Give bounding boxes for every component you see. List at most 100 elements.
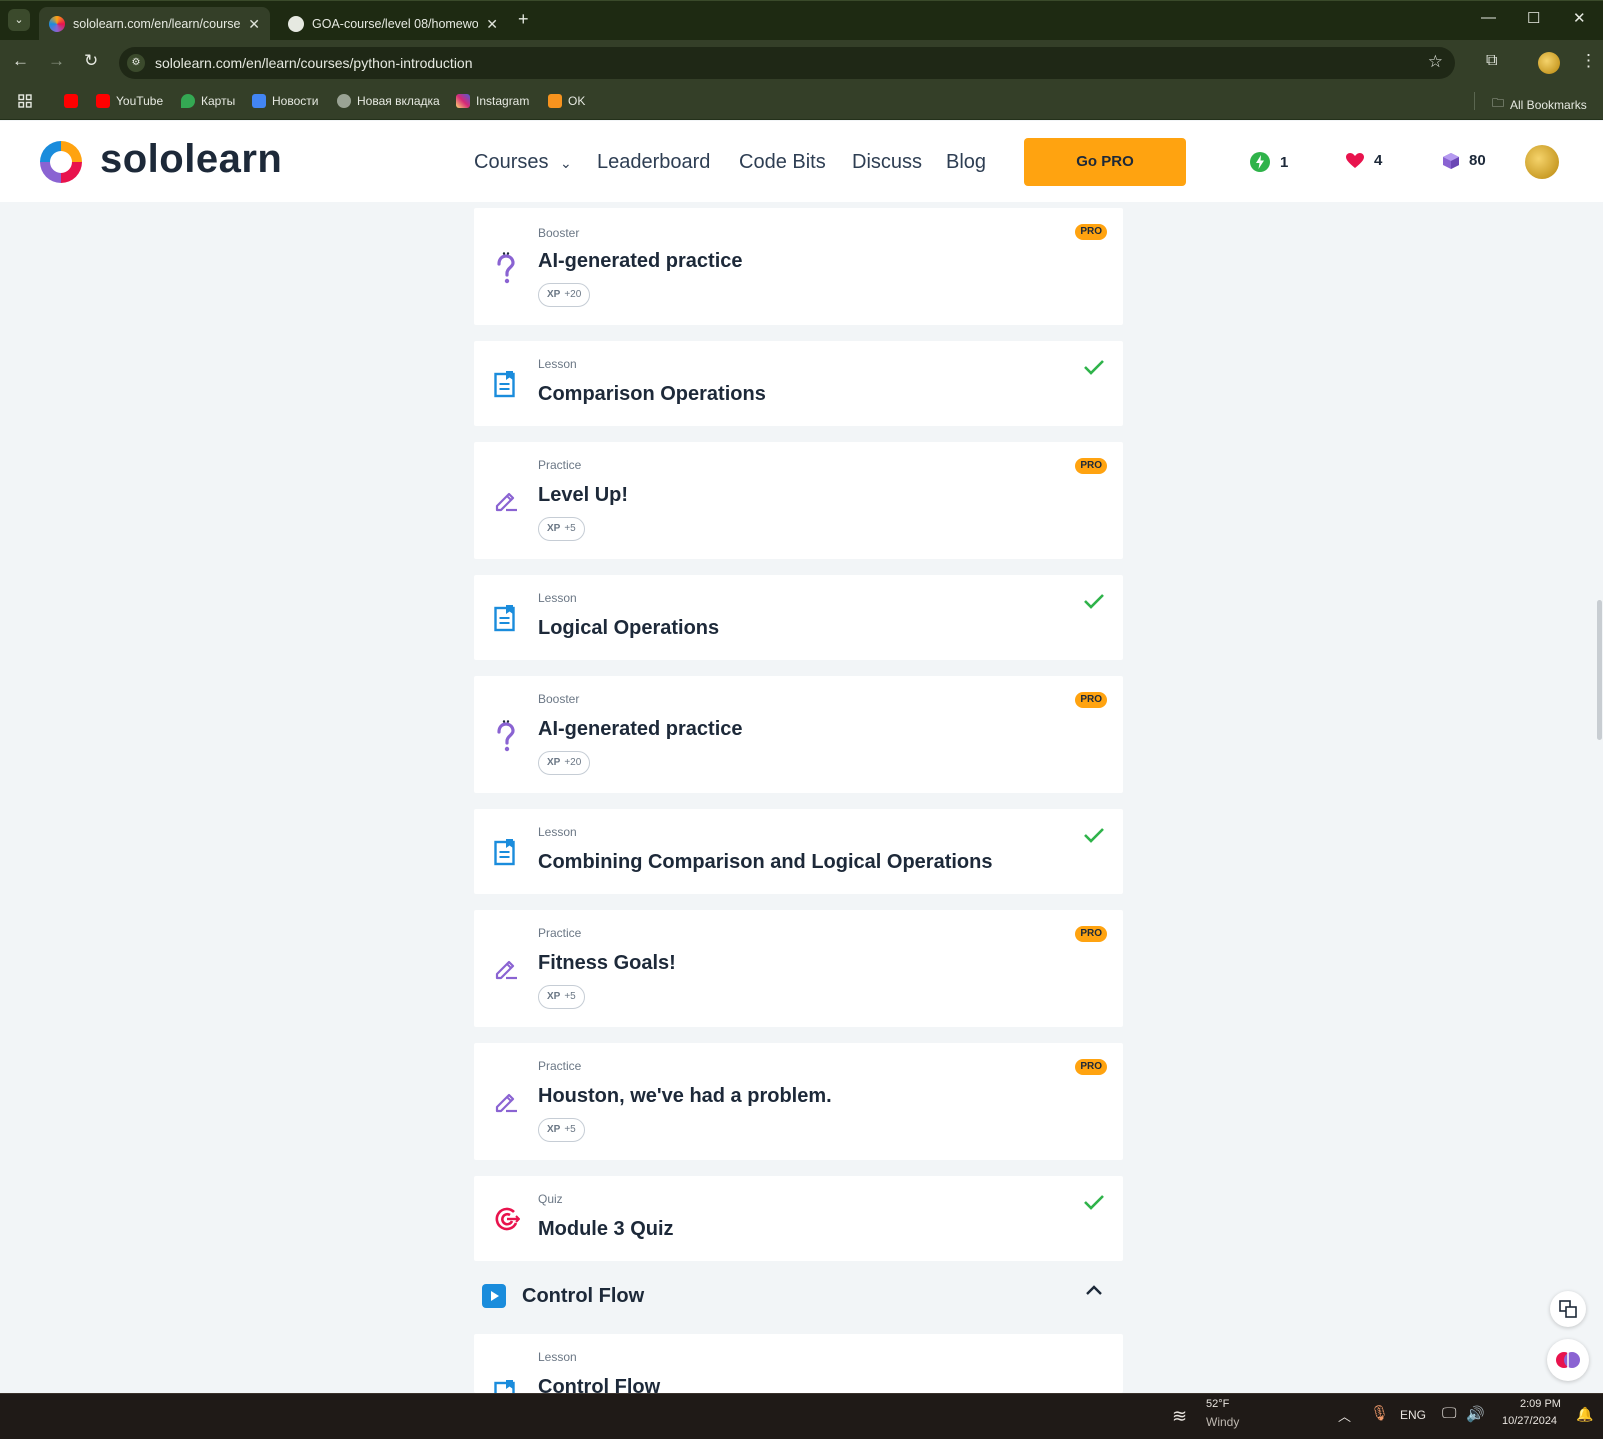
nav-discuss[interactable]: Discuss <box>852 151 922 174</box>
bookmark-new-tab[interactable]: Новая вкладка <box>337 94 440 108</box>
item-type: Lesson <box>538 825 577 839</box>
microphone-icon[interactable]: 🎙 <box>1370 1404 1389 1422</box>
profile-avatar-icon[interactable] <box>1538 52 1560 74</box>
pro-badge: PRO <box>1075 458 1107 474</box>
xp-label: XP <box>547 757 561 768</box>
nav-courses-label: Courses <box>474 151 549 173</box>
reload-icon[interactable]: ↻ <box>84 51 98 71</box>
bookmark-instagram[interactable]: Instagram <box>456 94 529 108</box>
language-indicator[interactable]: ENG <box>1400 1408 1426 1422</box>
weather-temp[interactable]: 52°F <box>1206 1398 1229 1410</box>
new-tab-button[interactable]: + <box>518 9 529 30</box>
bookmark-youtube-icon-only[interactable] <box>64 94 84 108</box>
tab-search-button[interactable]: ⌄ <box>8 9 30 31</box>
chevron-up-icon[interactable] <box>1085 1284 1103 1296</box>
all-bookmarks[interactable]: 🗀 All Bookmarks <box>1492 94 1587 115</box>
list-item[interactable]: Practice Level Up! XP +5 PRO <box>474 442 1123 559</box>
bookmark-youtube[interactable]: YouTube <box>96 94 163 108</box>
bookmark-label: Новости <box>272 94 319 108</box>
network-icon[interactable]: 🖵 <box>1442 1405 1456 1422</box>
url-text[interactable]: sololearn.com/en/learn/courses/python-in… <box>155 55 473 71</box>
list-item[interactable]: Quiz Module 3 Quiz <box>474 1176 1123 1261</box>
omnibox[interactable]: ⚙ sololearn.com/en/learn/courses/python-… <box>119 47 1455 79</box>
site-info-icon[interactable]: ⚙ <box>127 54 145 72</box>
ai-assistant-button[interactable] <box>1547 1339 1589 1381</box>
gem-cube-icon <box>1443 152 1459 169</box>
module-title: Control Flow <box>522 1285 645 1307</box>
target-icon <box>495 1207 520 1231</box>
translate-icon <box>1559 1300 1577 1318</box>
list-item[interactable]: Lesson Comparison Operations <box>474 341 1123 426</box>
apps-grid-icon[interactable] <box>18 94 32 108</box>
bookmark-ok[interactable]: OK <box>548 94 585 108</box>
logo-wordmark[interactable]: sololearn <box>100 137 282 182</box>
item-type: Booster <box>538 692 580 706</box>
go-pro-button[interactable]: Go PRO <box>1024 138 1186 186</box>
bookmark-star-icon[interactable]: ☆ <box>1428 52 1443 72</box>
clock-time[interactable]: 2:09 PM <box>1520 1398 1561 1410</box>
user-avatar[interactable] <box>1525 145 1559 179</box>
bookmark-news[interactable]: Новости <box>252 94 318 108</box>
list-item[interactable]: Lesson Control Flow <box>474 1334 1123 1393</box>
nav-code-bits[interactable]: Code Bits <box>739 151 826 174</box>
chevron-down-icon: ⌄ <box>560 155 572 171</box>
globe-icon <box>337 94 351 108</box>
sololearn-logo-icon[interactable] <box>36 137 86 187</box>
xp-value: +5 <box>564 1124 576 1135</box>
tab-github[interactable]: GOA-course/level 08/homework ✕ <box>278 7 508 41</box>
nav-courses[interactable]: Courses ⌄ <box>474 151 572 174</box>
close-tab-icon[interactable]: ✕ <box>486 16 498 33</box>
item-type: Practice <box>538 458 582 472</box>
list-item[interactable]: Practice Fitness Goals! XP +5 PRO <box>474 910 1123 1027</box>
notification-bell-icon[interactable]: 🔔 <box>1576 1406 1593 1423</box>
item-title: AI-generated practice <box>538 250 743 272</box>
list-item[interactable]: Booster AI-generated practice XP +20 PRO <box>474 676 1123 793</box>
xp-badge: XP +20 <box>538 283 591 307</box>
pencil-icon <box>495 492 517 512</box>
gems-counter[interactable]: 80 <box>1443 152 1486 169</box>
volume-icon[interactable]: 🔊 <box>1466 1405 1485 1423</box>
streak-counter[interactable]: 1 <box>1250 152 1288 172</box>
module-header-control-flow[interactable]: Control Flow <box>474 1276 1123 1322</box>
weather-condition[interactable]: Windy <box>1206 1415 1239 1429</box>
tray-chevron-icon[interactable]: ︿ <box>1338 1406 1351 1425</box>
list-item[interactable]: Lesson Combining Comparison and Logical … <box>474 809 1123 894</box>
list-item[interactable]: Lesson Logical Operations <box>474 575 1123 660</box>
list-item[interactable]: Booster AI-generated practice XP +20 PRO <box>474 208 1123 325</box>
tab-sololearn[interactable]: sololearn.com/en/learn/courses/python-in… <box>39 7 270 41</box>
pencil-icon <box>495 1093 517 1113</box>
pro-badge: PRO <box>1075 926 1107 942</box>
maximize-icon[interactable]: ☐ <box>1527 9 1540 27</box>
ok-icon <box>548 94 562 108</box>
bookmark-label: YouTube <box>116 94 164 108</box>
translate-button[interactable] <box>1550 1291 1586 1327</box>
close-tab-icon[interactable]: ✕ <box>248 16 260 33</box>
item-title: AI-generated practice <box>538 718 743 740</box>
page-scrollbar[interactable] <box>1597 600 1602 740</box>
back-icon[interactable]: ← <box>12 51 29 71</box>
item-type: Quiz <box>538 1192 563 1206</box>
minimize-icon[interactable]: — <box>1481 9 1496 26</box>
item-title: Module 3 Quiz <box>538 1218 674 1240</box>
streak-value: 1 <box>1280 153 1289 171</box>
xp-value: +5 <box>564 523 576 534</box>
checkmark-icon <box>1084 1195 1104 1210</box>
windows-taskbar: ≋ 52°F Windy ︿ 🎙 ENG 🖵 🔊 2:09 PM 10/27/2… <box>0 1393 1603 1439</box>
nav-blog[interactable]: Blog <box>946 151 986 174</box>
bookmark-label: Новая вкладка <box>357 94 440 108</box>
nav-leaderboard[interactable]: Leaderboard <box>597 151 710 174</box>
checkmark-icon <box>1084 828 1104 843</box>
weather-wind-icon: ≋ <box>1172 1406 1188 1426</box>
menu-kebab-icon[interactable]: ⋮ <box>1580 51 1597 71</box>
extensions-icon[interactable]: ⧉ <box>1486 52 1497 70</box>
window-close-icon[interactable]: ✕ <box>1573 9 1586 27</box>
hearts-counter[interactable]: 4 <box>1346 152 1382 169</box>
clock-date[interactable]: 10/27/2024 <box>1502 1415 1557 1427</box>
folder-icon: 🗀 <box>1492 96 1505 110</box>
bookmark-maps[interactable]: Карты <box>181 94 235 108</box>
pencil-icon <box>495 960 517 980</box>
xp-badge: XP +5 <box>538 1118 585 1142</box>
lesson-doc-icon <box>494 605 515 632</box>
forward-icon[interactable]: → <box>48 51 65 71</box>
list-item[interactable]: Practice Houston, we've had a problem. X… <box>474 1043 1123 1160</box>
